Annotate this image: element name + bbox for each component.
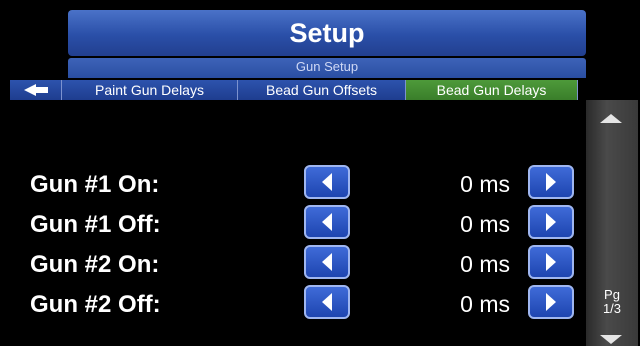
setting-value: 0 ms [460, 291, 510, 317]
setting-value: 0 ms [460, 211, 510, 237]
tab-bead-gun-offsets[interactable]: Bead Gun Offsets [238, 80, 406, 100]
left-arrow-icon [322, 173, 332, 191]
page-indicator-count: 1/3 [602, 301, 622, 316]
left-arrow-icon [322, 213, 332, 231]
right-arrow-icon [546, 253, 556, 271]
tab-label: Paint Gun Delays [95, 82, 204, 98]
setting-row-gun1-on: Gun #1 On: 0 ms [0, 165, 586, 205]
title-bar: Setup [68, 10, 586, 56]
increase-button[interactable] [528, 245, 574, 279]
setting-row-gun2-on: Gun #2 On: 0 ms [0, 245, 586, 285]
increase-button[interactable] [528, 205, 574, 239]
tab-bead-gun-delays[interactable]: Bead Gun Delays [406, 80, 578, 100]
setting-label: Gun #1 Off: [30, 211, 161, 238]
back-arrow-icon [23, 84, 48, 96]
back-button[interactable] [10, 80, 62, 100]
increase-button[interactable] [528, 165, 574, 199]
scroll-down-icon[interactable] [600, 335, 622, 344]
decrease-button[interactable] [304, 285, 350, 319]
page-subtitle: Gun Setup [295, 59, 359, 74]
page-indicator-label: Pg [604, 287, 620, 302]
tab-label: Bead Gun Delays [436, 82, 547, 98]
setting-label: Gun #2 On: [30, 251, 160, 278]
scrollbar[interactable]: Pg 1/3 [586, 100, 638, 346]
tab-paint-gun-delays[interactable]: Paint Gun Delays [62, 80, 238, 100]
setting-label: Gun #2 Off: [30, 291, 161, 318]
right-arrow-icon [546, 213, 556, 231]
tab-label: Bead Gun Offsets [265, 82, 378, 98]
setting-label: Gun #1 On: [30, 171, 160, 198]
scroll-up-icon[interactable] [600, 114, 622, 123]
right-arrow-icon [546, 173, 556, 191]
decrease-button[interactable] [304, 165, 350, 199]
setting-value: 0 ms [460, 251, 510, 277]
decrease-button[interactable] [304, 245, 350, 279]
decrease-button[interactable] [304, 205, 350, 239]
page-title: Setup [289, 17, 365, 48]
page-indicator: Pg 1/3 [586, 288, 638, 316]
left-arrow-icon [322, 253, 332, 271]
tab-bar: Paint Gun Delays Bead Gun Offsets Bead G… [10, 80, 578, 100]
setting-row-gun2-off: Gun #2 Off: 0 ms [0, 285, 586, 325]
right-arrow-icon [546, 293, 556, 311]
increase-button[interactable] [528, 285, 574, 319]
left-arrow-icon [322, 293, 332, 311]
setting-value: 0 ms [460, 171, 510, 197]
setting-row-gun1-off: Gun #1 Off: 0 ms [0, 205, 586, 245]
subtitle-bar: Gun Setup [68, 58, 586, 78]
